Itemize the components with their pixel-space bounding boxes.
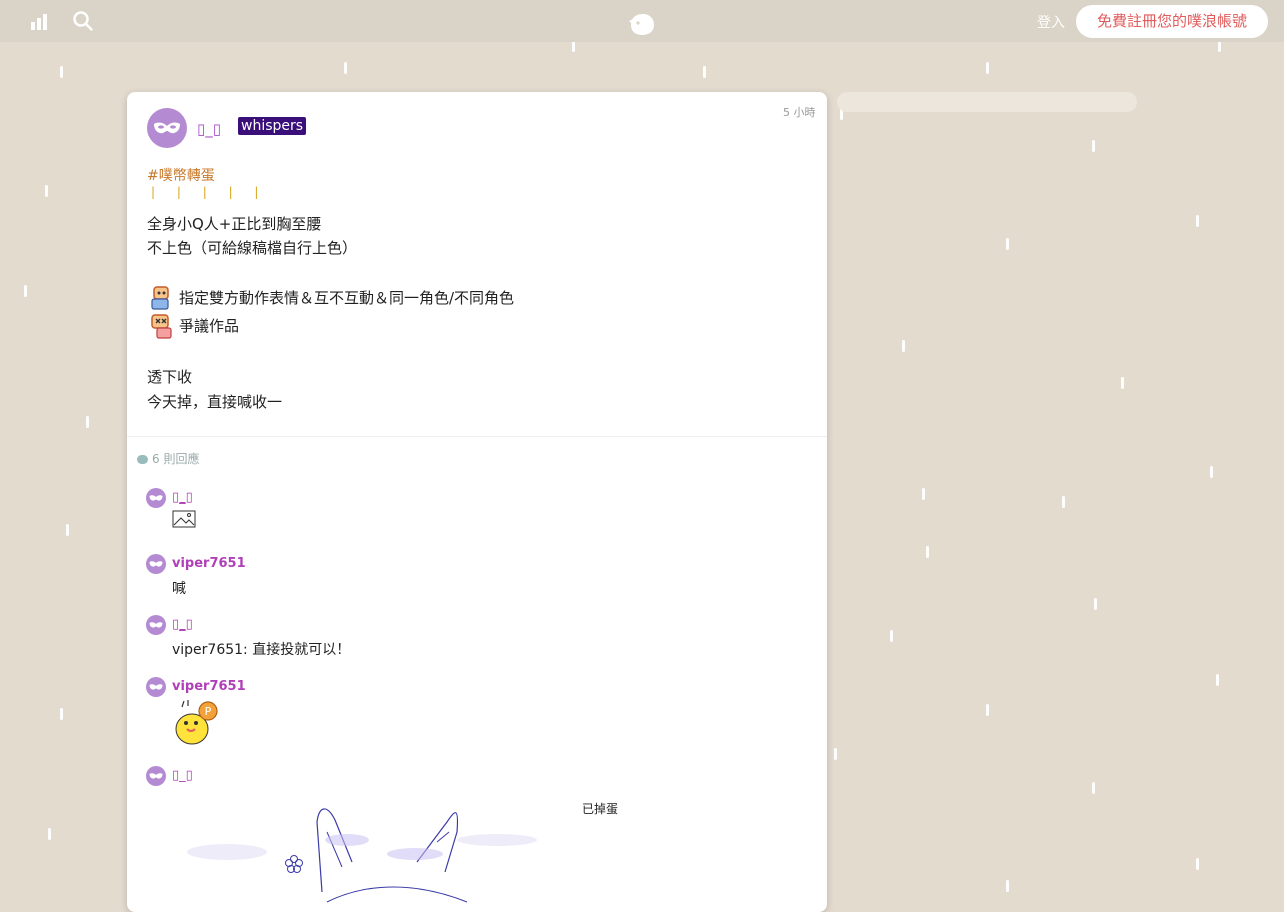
signup-button[interactable]: 免費註冊您的噗浪帳號: [1076, 5, 1268, 38]
rain-streak: [344, 62, 347, 74]
rain-streak: [48, 828, 51, 840]
rain-streak: [1121, 377, 1124, 389]
rain-streak: [1092, 782, 1095, 794]
post-author[interactable]: ▯_▯: [197, 120, 221, 138]
chart-icon[interactable]: [29, 10, 51, 32]
post-line: 指定雙方動作表情＆互不互動＆同一角色/不同角色: [179, 289, 515, 307]
svg-text:P: P: [205, 705, 212, 718]
top-bar: 登入 免費註冊您的噗浪帳號: [0, 0, 1284, 42]
rain-streak: [1196, 858, 1199, 870]
reply-author[interactable]: viper7651: [172, 679, 246, 694]
reply-text: 喊: [172, 581, 186, 597]
avatar[interactable]: [147, 108, 187, 148]
reply-author[interactable]: ▯_▯: [172, 617, 193, 632]
rain-streak: [986, 704, 989, 716]
whispers-badge: whispers: [238, 117, 307, 135]
rain-streak: [1092, 140, 1095, 152]
rain-streak: [1210, 466, 1213, 478]
mask-icon: [154, 122, 180, 134]
mask-icon: [149, 773, 163, 779]
rain-streak: [1196, 215, 1199, 227]
rain-streak: [60, 66, 63, 78]
duck-sticker-icon: P: [175, 700, 218, 745]
rain-streak: [86, 416, 89, 428]
divider: [127, 436, 827, 437]
rain-streak: [1006, 880, 1009, 892]
avatar[interactable]: [146, 766, 166, 786]
rain-streak: [986, 62, 989, 74]
mask-icon: [149, 561, 163, 567]
login-link[interactable]: 登入: [1037, 12, 1065, 32]
rain-streak: [1062, 496, 1065, 508]
post-line: 爭議作品: [179, 317, 240, 335]
mask-icon: [149, 495, 163, 501]
rain-streak: [1094, 598, 1097, 610]
avatar[interactable]: [146, 677, 166, 697]
post-card: ▯_▯ whispers 5 小時 #噗幣轉蛋 | | | | | 全身小Q人+…: [127, 92, 827, 912]
rain-streak: [66, 524, 69, 536]
sidebar-placeholder: [837, 92, 1137, 112]
post-line: 不上色（可給線稿檔自行上色）: [147, 239, 358, 257]
mask-icon: [149, 684, 163, 690]
reply-author[interactable]: ▯_▯: [172, 768, 193, 783]
rain-streak: [902, 340, 905, 352]
image-placeholder-icon[interactable]: [172, 510, 196, 528]
avatar[interactable]: [146, 554, 166, 574]
hashtag-link[interactable]: #噗幣轉蛋: [147, 165, 215, 185]
rain-streak: [834, 748, 837, 760]
post-line: 透下收: [147, 368, 193, 386]
avatar[interactable]: [146, 615, 166, 635]
rain-streak: [60, 708, 63, 720]
rain-streak: [1216, 674, 1219, 686]
rain-streak: [24, 285, 27, 297]
tick-marks: | | | | |: [151, 185, 268, 199]
sticker-robot-angry-icon: [151, 314, 172, 339]
replies-count[interactable]: 6 則回應: [137, 450, 199, 467]
sticker-robot-icon: [151, 286, 169, 310]
reply-author[interactable]: ▯_▯: [172, 490, 193, 505]
rain-streak: [922, 488, 925, 500]
post-line: 全身小Q人+正比到胸至腰: [147, 215, 322, 233]
rain-streak: [703, 66, 706, 78]
fox-sketch-image[interactable]: [167, 792, 587, 912]
plurk-logo-icon[interactable]: [627, 11, 657, 37]
mask-icon: [149, 622, 163, 628]
rain-streak: [1006, 238, 1009, 250]
post-time: 5 小時: [783, 106, 816, 119]
rain-streak: [926, 546, 929, 558]
rain-streak: [45, 185, 48, 197]
replies-label: 6 則回應: [152, 452, 200, 466]
image-caption: 已掉蛋: [582, 802, 619, 816]
avatar[interactable]: [146, 488, 166, 508]
search-icon[interactable]: [72, 10, 94, 32]
post-line: 今天掉，直接喊收一: [147, 393, 283, 411]
rain-streak: [890, 630, 893, 642]
reply-author[interactable]: viper7651: [172, 556, 246, 571]
reply-text: viper7651: 直接投就可以！: [172, 642, 351, 658]
comment-icon: [137, 455, 148, 464]
